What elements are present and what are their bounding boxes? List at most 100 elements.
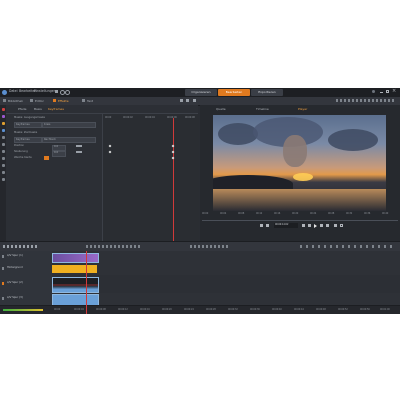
keyframe-dropdown[interactable]: Keyframes [14, 137, 42, 143]
timecode-display[interactable]: 00:00:14:02 [274, 223, 298, 228]
menu-settings[interactable]: Einstellungen [34, 89, 56, 93]
mark-in-icon[interactable] [260, 224, 263, 227]
shape-dropdown[interactable]: Rechteck [42, 137, 96, 143]
settings-tool-icon[interactable] [1, 178, 5, 181]
audio-tool-icon[interactable] [1, 150, 5, 153]
tab-timeline[interactable]: Timeline [256, 108, 269, 111]
fullscreen-icon[interactable] [340, 224, 343, 227]
timeline-zoom-icons[interactable] [300, 245, 396, 248]
save-icon[interactable] [55, 90, 58, 93]
keyframe-nav-icon[interactable] [76, 145, 82, 147]
track-header[interactable]: A/V Spur (2) [0, 275, 52, 293]
ruler-label: 00:00 [54, 308, 61, 311]
track-name: A/V Spur (2) [7, 281, 23, 284]
redo-icon[interactable] [65, 90, 70, 95]
text-tool-icon[interactable] [1, 143, 5, 146]
timeline-clip[interactable] [52, 277, 99, 293]
step-back-icon[interactable] [308, 224, 311, 227]
tab-library[interactable]: Bibliothek [8, 99, 23, 103]
ruler-label: 00:00:12 [118, 308, 128, 311]
track-header[interactable]: A/V Spur (3) [0, 293, 52, 305]
shape-dropdown[interactable]: Kreis [42, 122, 96, 128]
cloud-shape [218, 123, 258, 145]
editor-icon [30, 99, 33, 102]
timeline-ruler[interactable]: 00:00 00:00:04 00:00:08 00:00:12 00:00:1… [0, 305, 400, 314]
mode-organize-button[interactable]: Organisieren [185, 89, 217, 96]
track-header[interactable]: A/V Spur (1) [0, 251, 52, 263]
maximize-icon[interactable] [386, 90, 389, 93]
keyframe-marker[interactable] [108, 144, 112, 148]
cloud-shape [328, 129, 378, 151]
video-preview[interactable] [213, 115, 386, 211]
tab-keyframes[interactable]: Keyframes [48, 108, 64, 111]
keyframe-marker[interactable] [171, 144, 175, 148]
tab-paths[interactable]: Pfade [18, 108, 26, 111]
tab-text[interactable]: Text [87, 99, 93, 103]
timeline-playhead[interactable] [86, 251, 87, 314]
ruler-label: 00:00 [202, 212, 209, 215]
stabilize-tool-icon[interactable] [1, 164, 5, 167]
ruler-label: 00:04 [220, 212, 227, 215]
minimize-icon[interactable] [380, 92, 383, 93]
effect-tool-icon[interactable] [1, 115, 5, 118]
pan-tool-icon[interactable] [1, 122, 5, 125]
skip-forward-icon[interactable] [326, 224, 329, 227]
tab-player[interactable]: Player [298, 108, 307, 111]
param-value: 0.0 [54, 151, 59, 155]
transition-tool-icon[interactable] [1, 171, 5, 174]
ruler-label: 00:00:56 [360, 308, 370, 311]
param-value-field[interactable]: 0.0 [52, 150, 66, 157]
ruler-label: 00:00:32 [228, 308, 238, 311]
tab-source[interactable]: Quelle [216, 108, 226, 111]
ruler-label: 00:00:16 [140, 308, 150, 311]
timeline-clip[interactable] [52, 253, 99, 263]
mask-tool-icon[interactable] [1, 129, 5, 132]
brush-tool-icon[interactable] [1, 136, 5, 139]
ruler-label: 00:16 [274, 212, 281, 215]
panel-option-icon[interactable] [186, 99, 189, 102]
mark-out-icon[interactable] [266, 224, 269, 227]
close-icon[interactable]: × [392, 89, 397, 94]
mode-export-button[interactable]: Exportieren [251, 89, 283, 96]
keyframe-marker[interactable] [171, 156, 175, 160]
timeline-tool-icons[interactable] [3, 245, 39, 248]
panel-close-icon[interactable] [193, 99, 196, 102]
mode-edit-button[interactable]: Bearbeiten [218, 89, 250, 96]
volume-icon[interactable] [334, 224, 337, 227]
track-name: A/V Spur (1) [7, 254, 23, 257]
ruler-label: 00:00:04 [74, 308, 84, 311]
feather-swatch[interactable] [44, 156, 49, 160]
speed-tool-icon[interactable] [1, 157, 5, 160]
keyframe-nav-icon[interactable] [76, 151, 82, 153]
play-icon[interactable] [314, 223, 317, 228]
timeline-clip[interactable] [52, 265, 97, 273]
track-lock-icon[interactable] [2, 267, 4, 270]
preview-scrubber[interactable] [202, 220, 398, 221]
keyframe-marker[interactable] [171, 150, 175, 154]
track-lock-icon[interactable] [2, 297, 4, 300]
preview-toolbar-icons[interactable] [336, 99, 396, 102]
menu-file[interactable]: Datei [9, 89, 18, 93]
playhead-line[interactable] [173, 118, 174, 241]
keyframe-timeline[interactable]: 00:00 00:00:02 00:00:04 00:00:06 00:00:0… [102, 114, 199, 241]
track-header[interactable]: Hintergrund [0, 263, 52, 275]
keyframe-dropdown[interactable]: Keyframes [14, 122, 42, 128]
param-label: Position [14, 144, 25, 147]
video-editor-window: Datei Bearbeiten Einstellungen Organisie… [0, 88, 400, 314]
keyframe-marker[interactable] [108, 150, 112, 154]
skip-back-icon[interactable] [302, 224, 305, 227]
color-tool-icon[interactable] [1, 108, 5, 111]
panel-option-icon[interactable] [180, 99, 183, 102]
ruler-label: 00:00:28 [206, 308, 216, 311]
tab-basic[interactable]: Basis [34, 108, 42, 111]
effects-icon [53, 99, 56, 102]
tab-effects[interactable]: Effekte [58, 99, 69, 103]
track-lock-icon[interactable] [2, 255, 4, 258]
ruler-label: 00:28 [328, 212, 335, 215]
help-icon[interactable] [372, 90, 375, 93]
track-lock-icon[interactable] [2, 282, 4, 285]
timeline-edit-icons[interactable] [86, 245, 140, 248]
tab-editor[interactable]: Editor [35, 99, 44, 103]
step-forward-icon[interactable] [320, 224, 323, 227]
timeline-view-icons[interactable] [190, 245, 230, 248]
